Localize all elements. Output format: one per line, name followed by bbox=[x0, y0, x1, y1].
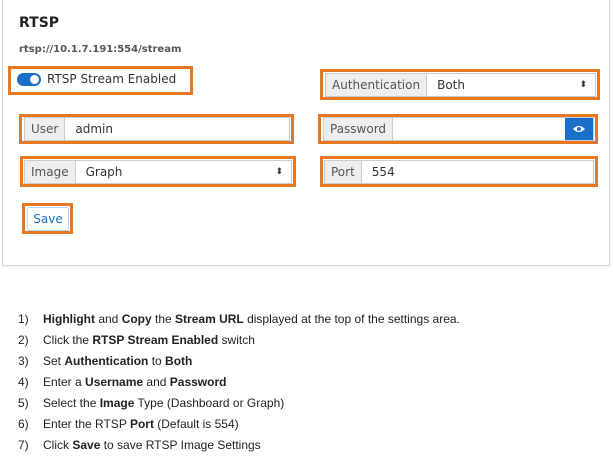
instruction-step: 2) Click the RTSP Stream Enabled switch bbox=[18, 333, 460, 354]
authentication-value: Both bbox=[437, 78, 465, 92]
step-text-part: (Default is 554) bbox=[153, 417, 239, 431]
step-text: Enter the RTSP Port (Default is 554) bbox=[43, 417, 239, 438]
step-text-bold: Password bbox=[169, 375, 227, 389]
step-number: 2) bbox=[18, 333, 29, 347]
instruction-step: 3) Set Authentication to Both bbox=[18, 354, 460, 375]
instruction-step: 6) Enter the RTSP Port (Default is 554) bbox=[18, 417, 460, 438]
authentication-select[interactable]: Authentication Both ⬍ bbox=[325, 73, 596, 97]
step-text-part: Click bbox=[43, 438, 73, 452]
step-text-part: to bbox=[148, 354, 166, 368]
step-text-bold: Both bbox=[165, 354, 193, 368]
image-label: Image bbox=[25, 161, 76, 183]
step-number: 4) bbox=[18, 375, 29, 389]
instruction-step: 4) Enter a Username and Password bbox=[18, 375, 460, 396]
step-text-part: Enter a bbox=[43, 375, 86, 389]
password-label: Password bbox=[324, 118, 394, 140]
step-number: 5) bbox=[18, 396, 29, 410]
password-input[interactable]: Password bbox=[323, 117, 594, 141]
port-label: Port bbox=[325, 161, 362, 183]
step-text-bold: Highlight bbox=[43, 312, 95, 326]
select-caret-icon: ⬍ bbox=[275, 167, 283, 177]
step-text-part: and bbox=[94, 312, 122, 326]
step-text: Enter a Username and Password bbox=[43, 375, 226, 396]
rtsp-settings-panel: RTSP rtsp://10.1.7.191:554/stream RTSP S… bbox=[2, 0, 610, 266]
rtsp-enabled-toggle[interactable] bbox=[17, 73, 41, 86]
show-password-button[interactable] bbox=[565, 118, 593, 140]
step-text: Select the Image Type (Dashboard or Grap… bbox=[43, 396, 284, 417]
select-caret-icon: ⬍ bbox=[579, 80, 587, 90]
password-value[interactable] bbox=[393, 118, 565, 140]
step-text-bold: Stream URL bbox=[175, 312, 244, 326]
step-text-part: and bbox=[143, 375, 170, 389]
user-label: User bbox=[25, 118, 66, 140]
rtsp-enabled-label: RTSP Stream Enabled bbox=[47, 72, 177, 86]
step-number: 1) bbox=[18, 312, 29, 326]
save-button[interactable]: Save bbox=[27, 207, 69, 231]
user-input[interactable]: User admin bbox=[24, 117, 290, 141]
step-text-bold: Copy bbox=[121, 312, 152, 326]
instruction-step: 1) Highlight and Copy the Stream URL disp… bbox=[18, 312, 460, 333]
step-text: Click Save to save RTSP Image Settings bbox=[43, 438, 261, 459]
step-text-bold: RTSP Stream Enabled bbox=[92, 333, 219, 347]
step-text-bold: Authentication bbox=[64, 354, 149, 368]
step-number: 6) bbox=[18, 417, 29, 431]
image-value: Graph bbox=[85, 165, 123, 179]
panel-title: RTSP bbox=[19, 15, 60, 31]
instruction-step: 5) Select the Image Type (Dashboard or Gr… bbox=[18, 396, 460, 417]
step-text-part: to save RTSP Image Settings bbox=[100, 438, 261, 452]
step-text-part: Select the bbox=[43, 396, 100, 410]
step-text-part: switch bbox=[218, 333, 255, 347]
step-text-part: Click the bbox=[43, 333, 93, 347]
step-text-part: Enter the RTSP bbox=[43, 417, 130, 431]
instruction-step: 7) Click Save to save RTSP Image Settings bbox=[18, 438, 460, 459]
step-text-bold: Username bbox=[85, 375, 144, 389]
instruction-list: 1) Highlight and Copy the Stream URL disp… bbox=[18, 312, 460, 459]
step-text-part: Set bbox=[43, 354, 65, 368]
step-text-part: displayed at the top of the settings are… bbox=[243, 312, 460, 326]
port-value[interactable]: 554 bbox=[362, 161, 593, 183]
step-number: 3) bbox=[18, 354, 29, 368]
image-select[interactable]: Image Graph ⬍ bbox=[24, 160, 292, 184]
port-input[interactable]: Port 554 bbox=[324, 160, 594, 184]
step-text-bold: Save bbox=[72, 438, 101, 452]
step-text-part: the bbox=[151, 312, 176, 326]
user-value[interactable]: admin bbox=[65, 118, 289, 140]
eye-icon bbox=[573, 126, 585, 132]
step-text-bold: Port bbox=[129, 417, 154, 431]
step-number: 7) bbox=[18, 438, 29, 452]
stream-url[interactable]: rtsp://10.1.7.191:554/stream bbox=[19, 44, 181, 55]
step-text: Highlight and Copy the Stream URL displa… bbox=[43, 312, 460, 333]
step-text: Set Authentication to Both bbox=[43, 354, 192, 375]
step-text-part: Type (Dashboard or Graph) bbox=[134, 396, 285, 410]
step-text-bold: Image bbox=[99, 396, 135, 410]
authentication-label: Authentication bbox=[326, 74, 428, 96]
step-text: Click the RTSP Stream Enabled switch bbox=[43, 333, 255, 354]
